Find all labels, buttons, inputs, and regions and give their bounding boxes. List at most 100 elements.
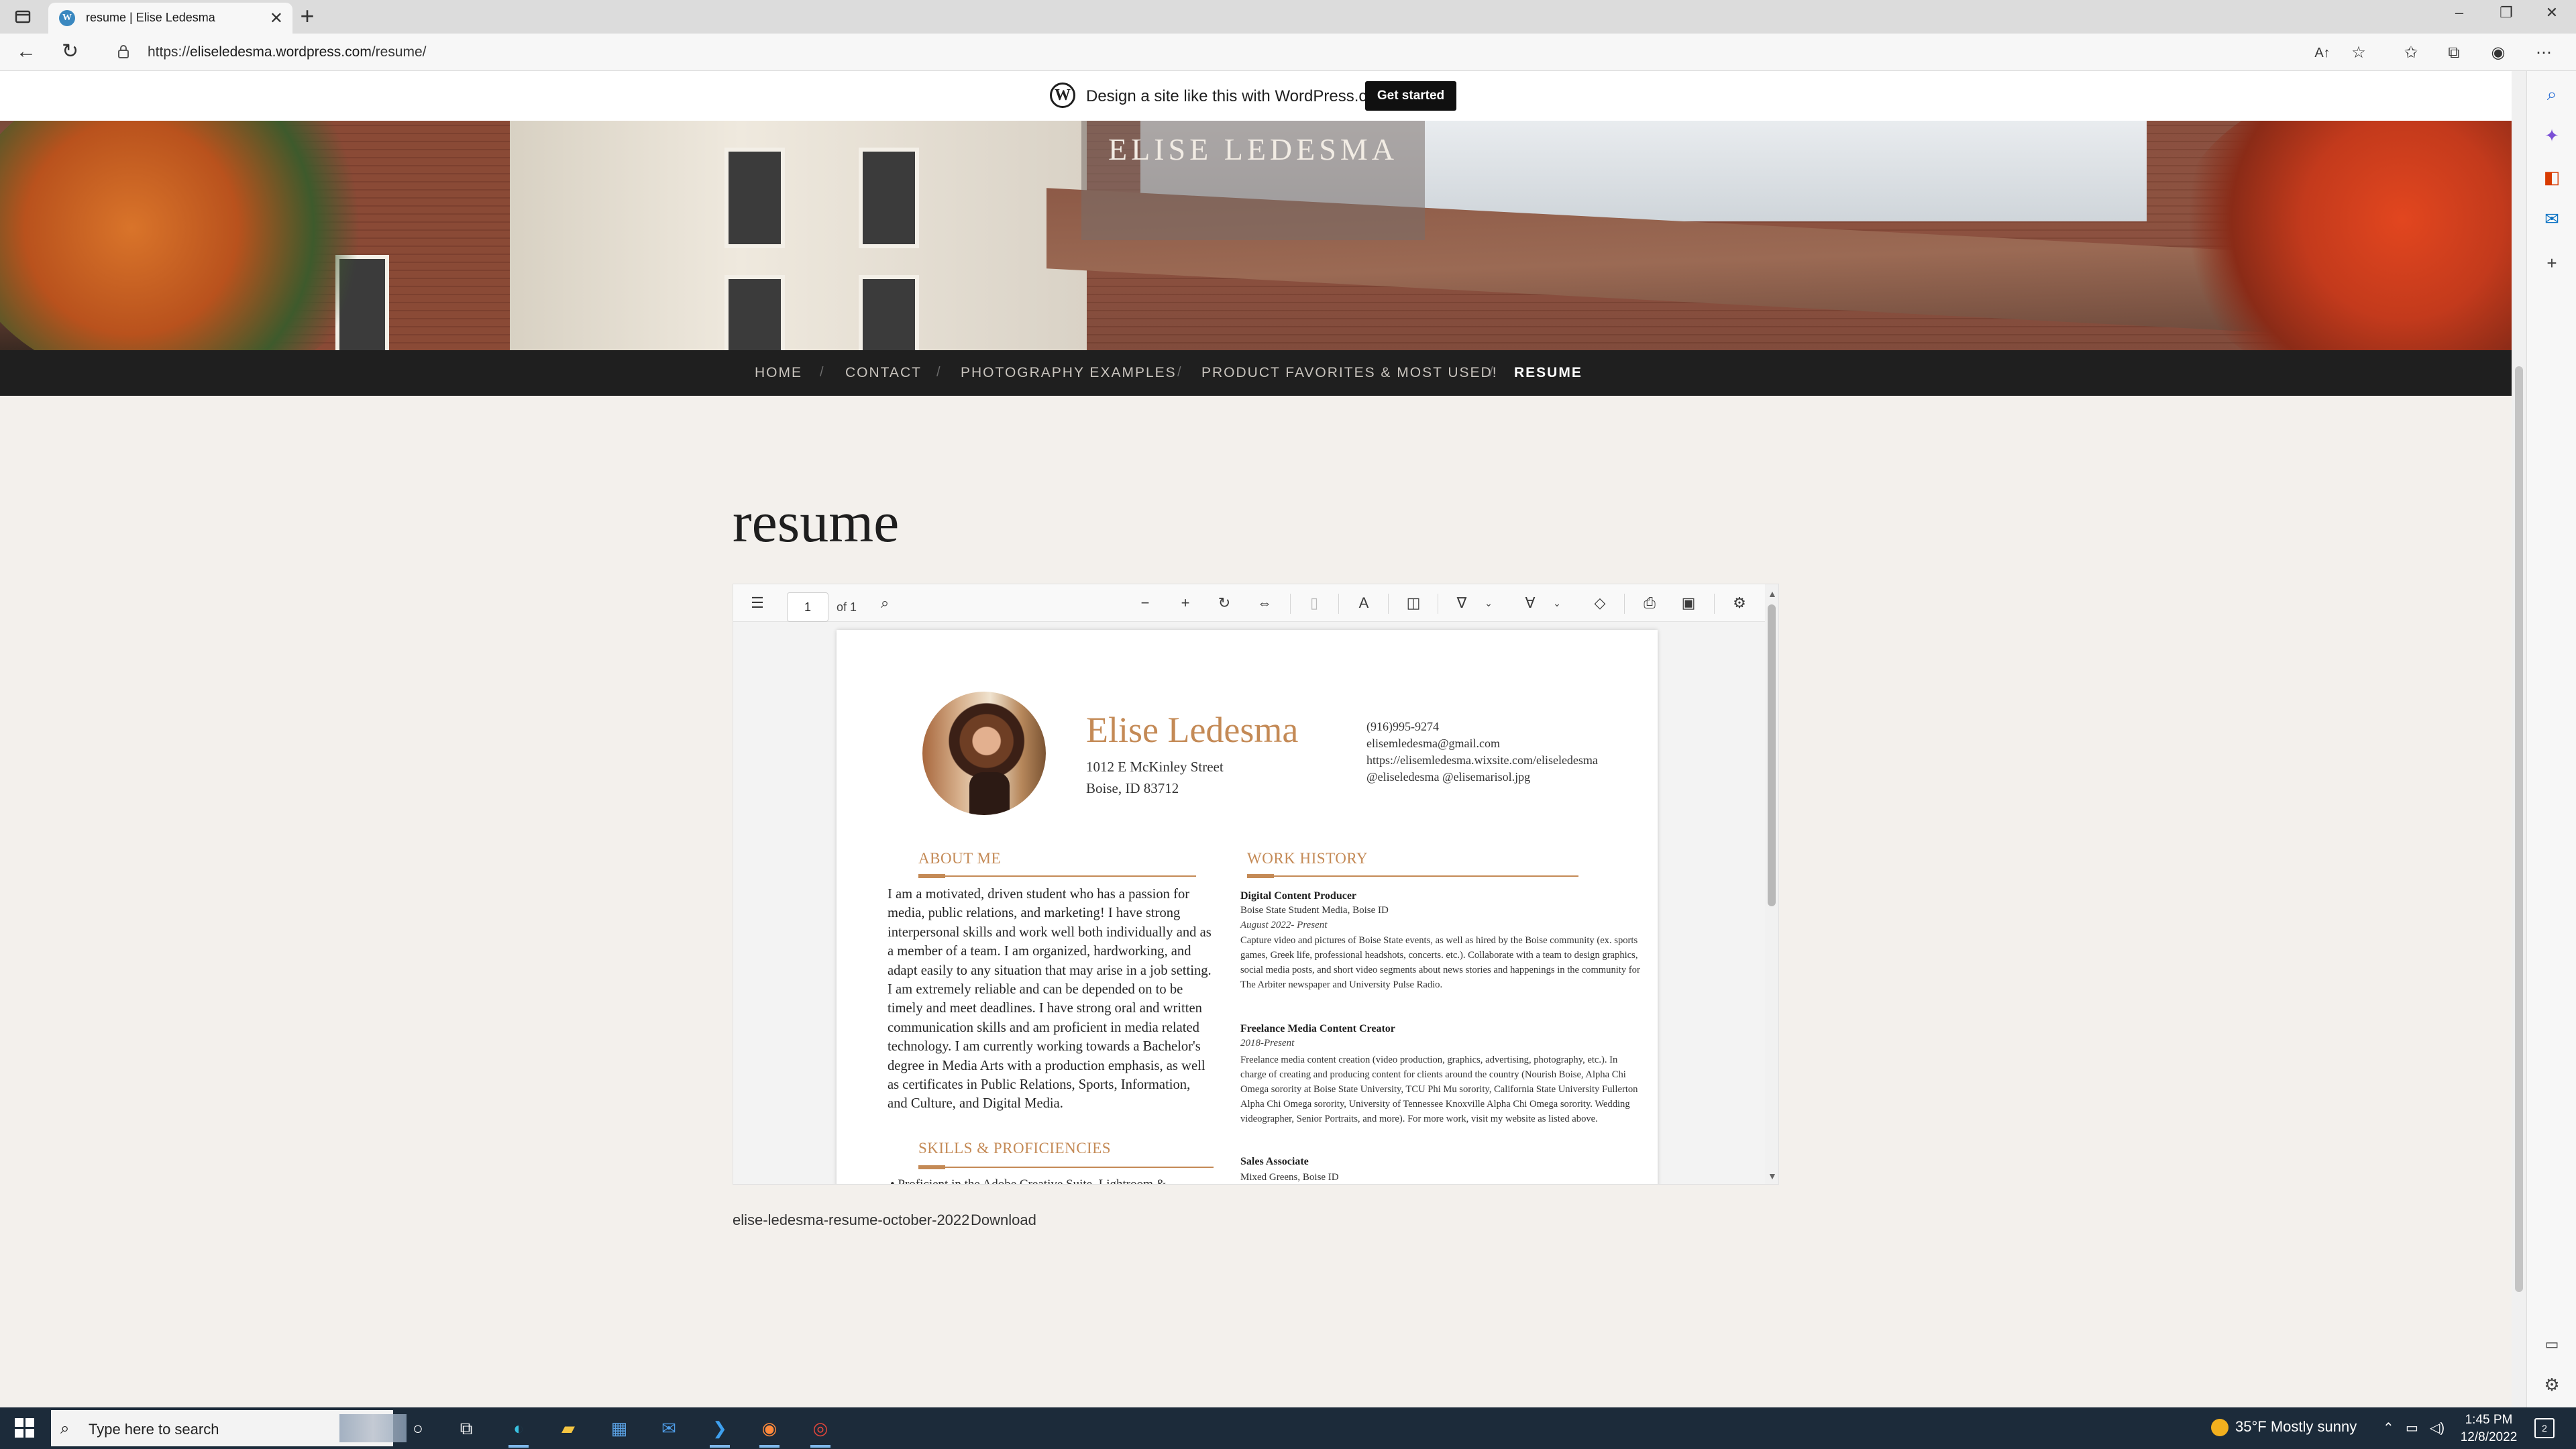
wordpress-promo-text[interactable]: Design a site like this with WordPress.c… — [1086, 87, 1389, 106]
zoom-out-icon[interactable]: − — [1134, 592, 1156, 614]
restore-icon[interactable]: ❐ — [2493, 4, 2520, 21]
windows-start-icon[interactable] — [15, 1418, 35, 1438]
settings-gear-icon[interactable]: ⚙ — [1729, 592, 1750, 614]
browser-tab-active[interactable]: W resume | Elise Ledesma ✕ — [48, 3, 292, 34]
section-rule — [918, 874, 1196, 878]
outlook-icon[interactable]: ✉ — [2541, 208, 2563, 229]
taskbar: ⌕ Type here to search ○ ⧉ ◐ ▰ ▦ ✉ ❯ ◉ ◎ … — [0, 1407, 2576, 1449]
notifications-icon[interactable]: 2 — [2534, 1418, 2555, 1438]
clock-date: 12/8/2022 — [2460, 1430, 2518, 1444]
minimize-icon[interactable]: – — [2446, 4, 2473, 21]
taskbar-search[interactable]: ⌕ Type here to search — [51, 1410, 407, 1446]
more-menu-icon[interactable]: ⋯ — [2533, 43, 2555, 63]
microsoft-store-icon[interactable]: ▦ — [606, 1415, 632, 1441]
office-icon[interactable]: ◧ — [2541, 166, 2563, 188]
fit-to-page-icon[interactable]: ⇔ — [1254, 592, 1275, 614]
add-icon[interactable]: + — [2541, 252, 2563, 274]
clock-time: 1:45 PM — [2465, 1413, 2513, 1427]
tab-title: resume | Elise Ledesma — [86, 11, 215, 24]
pdf-scrollbar[interactable]: ▲ ▼ — [1765, 584, 1778, 1184]
draw-icon[interactable]: ∇ — [1451, 592, 1472, 614]
wordpress-logo-icon[interactable]: W — [1050, 83, 1075, 108]
add-favorite-icon[interactable]: ☆ — [2348, 43, 2369, 63]
rotate-icon[interactable]: ↻ — [1214, 592, 1235, 614]
scroll-up-icon[interactable]: ▲ — [1768, 588, 1777, 599]
phone: (916)995-9274 — [1366, 720, 1439, 733]
table-of-contents-icon[interactable]: ☰ — [747, 592, 768, 614]
scroll-down-icon[interactable]: ▼ — [1768, 1171, 1777, 1181]
show-hidden-icons[interactable]: ⌃ — [2383, 1419, 2394, 1436]
sidebar-settings-icon[interactable]: ⚙ — [2541, 1374, 2563, 1395]
tab-strip: W resume | Elise Ledesma ✕ + – ❐ ✕ — [0, 0, 2576, 34]
tab-actions-icon[interactable] — [9, 5, 36, 28]
volume-icon[interactable]: ◁) — [2430, 1419, 2445, 1436]
pdf-viewer: ☰ 1 of 1 ⌕ − + ↻ ⇔ ▯ A ◫ ∇ ⌄ ∀ ⌄ ◇ ⎙ ▣ ⚙ — [733, 584, 1779, 1185]
read-aloud-icon[interactable]: A — [1353, 592, 1375, 614]
skills-list-item: • Proficient in the Adobe Creative Suite… — [890, 1177, 1167, 1185]
nav-separator: / — [1489, 365, 1493, 380]
search-icon[interactable]: ⌕ — [2541, 83, 2563, 105]
toolbar-separator — [1338, 594, 1339, 614]
mail-icon[interactable]: ✉ — [656, 1415, 682, 1441]
section-rule — [1247, 874, 1578, 878]
task-view-icon[interactable]: ⧉ — [453, 1415, 479, 1441]
chevron-down-icon[interactable]: ⌄ — [1546, 592, 1568, 614]
url-path: /resume/ — [371, 44, 427, 60]
work-heading: WORK HISTORY — [1247, 850, 1368, 867]
find-icon[interactable]: ⌕ — [874, 592, 896, 614]
hide-sidebar-icon[interactable]: ▭ — [2541, 1334, 2563, 1355]
email: elisemledesma@gmail.com — [1366, 737, 1501, 750]
reload-icon[interactable]: ↻ — [62, 42, 78, 62]
nav-product-favorites[interactable]: PRODUCT FAVORITES & MOST USED! — [1201, 365, 1498, 381]
screen: W resume | Elise Ledesma ✕ + – ❐ ✕ ← ↻ h… — [0, 0, 2576, 1449]
site-title[interactable]: ELISE LEDESMA — [1081, 131, 1425, 167]
job-organization: Boise State Student Media, Boise ID — [1240, 905, 1389, 916]
nav-separator: / — [820, 365, 824, 380]
page-count: of 1 — [837, 600, 857, 614]
weather-widget[interactable]: 35°F Mostly sunny — [2211, 1418, 2357, 1437]
collections-icon[interactable]: ⧉ — [2443, 43, 2465, 63]
page-view-icon[interactable]: ▯ — [1303, 592, 1325, 614]
nav-contact[interactable]: CONTACT — [845, 365, 922, 381]
nav-separator: / — [1177, 365, 1181, 380]
vscode-icon[interactable]: ❯ — [707, 1415, 733, 1448]
system-clock[interactable]: 1:45 PM 12/8/2022 — [2458, 1411, 2520, 1446]
url-host: eliseledesma.wordpress.com — [190, 44, 372, 60]
page-number-input[interactable]: 1 — [787, 592, 828, 622]
download-link[interactable]: Download — [971, 1212, 1036, 1229]
eraser-icon[interactable]: ◇ — [1589, 592, 1611, 614]
page-scroll-thumb[interactable] — [2515, 366, 2523, 1292]
copilot-icon[interactable]: ✦ — [2541, 125, 2563, 146]
file-explorer-icon[interactable]: ▰ — [555, 1415, 581, 1441]
new-tab-button[interactable]: + — [295, 4, 319, 28]
profile-avatar-icon[interactable]: ◉ — [2487, 43, 2509, 63]
close-tab-icon[interactable]: ✕ — [270, 9, 283, 28]
close-window-icon[interactable]: ✕ — [2538, 4, 2565, 21]
two-page-view-icon[interactable]: ◫ — [1403, 592, 1424, 614]
skills-item-text: Proficient in the Adobe Creative Suite, … — [898, 1177, 1167, 1185]
highlight-icon[interactable]: ∀ — [1519, 592, 1541, 614]
address-bar[interactable]: https://eliseledesma.wordpress.com/resum… — [148, 44, 427, 60]
nav-resume[interactable]: RESUME — [1514, 365, 1582, 381]
job-description: Freelance media content creation (video … — [1240, 1055, 1638, 1124]
nav-photography-examples[interactable]: PHOTOGRAPHY EXAMPLES — [961, 365, 1177, 381]
job-dates: 2018-Present — [1240, 1038, 1295, 1049]
print-icon[interactable]: ⎙ — [1639, 592, 1660, 614]
cortana-icon[interactable]: ○ — [405, 1415, 431, 1441]
read-aloud-icon[interactable]: A↑ — [2312, 43, 2333, 63]
photos-icon[interactable]: ◉ — [757, 1415, 782, 1448]
chevron-down-icon[interactable]: ⌄ — [1478, 592, 1499, 614]
save-icon[interactable]: ▣ — [1678, 592, 1699, 614]
favorites-icon[interactable]: ✩ — [2400, 43, 2422, 63]
back-icon[interactable]: ← — [16, 42, 36, 62]
lock-icon[interactable] — [118, 45, 129, 58]
about-heading: ABOUT ME — [918, 850, 1002, 867]
edge-icon[interactable]: ◐ — [506, 1415, 531, 1448]
chrome-icon[interactable]: ◎ — [808, 1415, 833, 1448]
zoom-in-icon[interactable]: + — [1175, 592, 1196, 614]
network-icon[interactable]: ▭ — [2406, 1419, 2418, 1436]
pdf-scroll-thumb[interactable] — [1768, 604, 1776, 906]
page-scrollbar[interactable] — [2512, 71, 2526, 1407]
get-started-button[interactable]: Get started — [1365, 81, 1456, 111]
nav-home[interactable]: HOME — [755, 365, 802, 381]
